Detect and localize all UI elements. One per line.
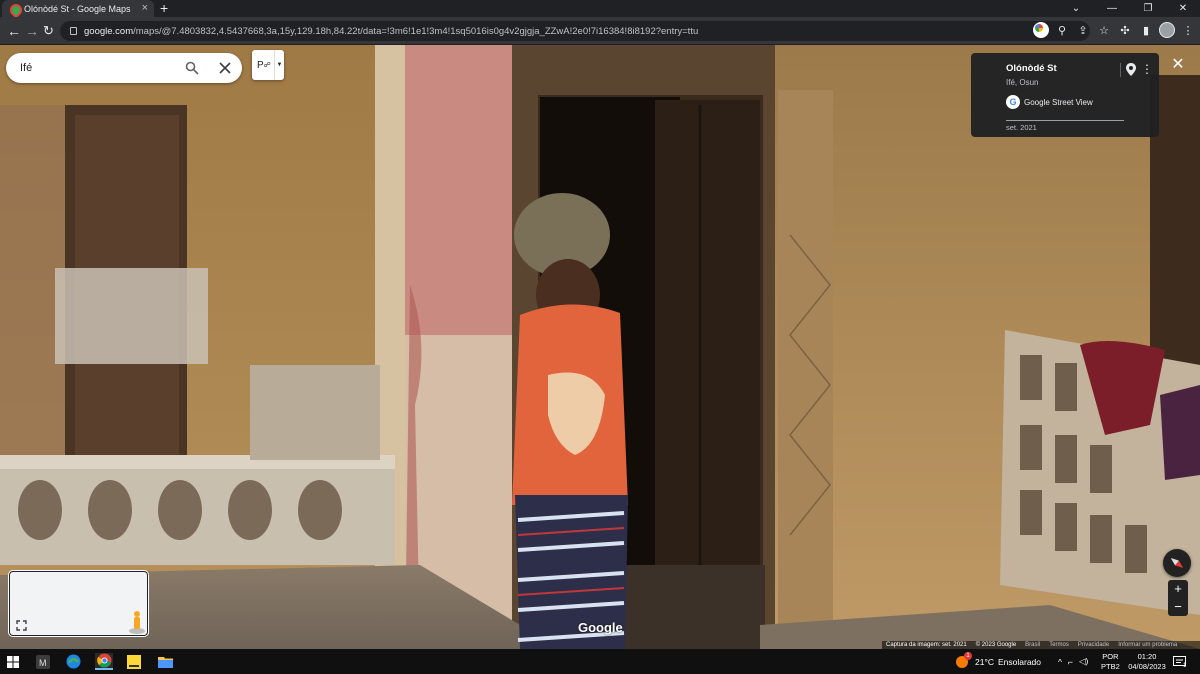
clear-search-icon[interactable] — [217, 60, 233, 76]
extensions-icon[interactable]: ✣ — [1117, 22, 1133, 38]
street-view-panorama[interactable]: P☍ ▼ Olónòdé St Ifé, Osun G Google Stree… — [0, 45, 1200, 649]
terms-link[interactable]: Termos — [1049, 642, 1069, 648]
bookmark-star-icon[interactable]: ☆ — [1096, 22, 1112, 38]
tab-title: Olónòdé St - Google Maps — [24, 3, 131, 14]
file-explorer-icon[interactable] — [156, 653, 174, 670]
lang-bottom: PTB2 — [1101, 661, 1120, 671]
forward-arrow-icon[interactable]: → — [25, 22, 39, 40]
close-street-view-icon[interactable]: ✕ — [1170, 57, 1186, 73]
expand-map-icon[interactable] — [16, 620, 28, 632]
windows-start-icon[interactable] — [4, 653, 22, 670]
location-subtitle: Ifé, Osun — [1006, 78, 1039, 87]
google-maps-favicon-icon — [10, 4, 18, 14]
svg-text:M: M — [39, 658, 47, 668]
weather-sun-icon: 1 — [955, 651, 972, 669]
notification-count: 1 — [1183, 662, 1187, 669]
zoom-control: + − — [1168, 580, 1188, 616]
more-options-icon[interactable]: ⋮ — [1141, 62, 1153, 76]
profile-avatar-icon[interactable] — [1159, 22, 1175, 38]
lang-top: POR — [1102, 651, 1119, 661]
address-bar[interactable]: google.com /maps/@7.4803832,4.5437668,3a… — [60, 21, 1090, 41]
windows-taskbar: M 1 21°C Ensolarado ^ ⌐ ◁) POR PTB2 01:2… — [0, 649, 1200, 674]
share-icon[interactable]: ⇪ — [1075, 22, 1091, 38]
chrome-menu-icon[interactable]: ⋮ — [1180, 22, 1196, 38]
show-hidden-icons-chevron[interactable]: ^ — [1058, 657, 1062, 667]
search-icon[interactable] — [184, 60, 200, 76]
minimize-button[interactable]: — — [1094, 0, 1130, 17]
reload-icon[interactable]: ↻ — [43, 22, 54, 40]
country-link[interactable]: Brasil — [1025, 642, 1040, 648]
street-view-layers-button[interactable]: P ☍ ▼ — [252, 50, 284, 80]
back-arrow-icon[interactable]: ← — [7, 22, 21, 40]
tab-close-icon[interactable]: × — [142, 2, 148, 14]
copyright: © 2023 Google — [975, 642, 1017, 648]
zoom-out-button[interactable]: − — [1168, 598, 1188, 616]
tab-search-icon[interactable]: ⌄ — [1058, 0, 1094, 17]
google-watermark: Google — [578, 620, 623, 635]
notification-center-icon[interactable]: 1 — [1173, 649, 1186, 674]
new-tab-button[interactable]: + — [160, 0, 168, 16]
translate-icon[interactable]: ⚲ — [1054, 22, 1070, 38]
street-view-footer: Captura da imagem: set. 2021 © 2023 Goog… — [882, 641, 1200, 649]
capture-info: Captura da imagem: set. 2021 — [886, 642, 967, 648]
google-g-icon: G — [1006, 95, 1020, 109]
location-title[interactable]: Olónòdé St — [1006, 63, 1057, 74]
chrome-taskbar-icon[interactable] — [95, 653, 113, 670]
card-separator — [1120, 63, 1121, 77]
window-close-button[interactable]: ✕ — [1166, 0, 1200, 17]
url-path: /maps/@7.4803832,4.5437668,3a,15y,129.18… — [133, 25, 699, 37]
google-lens-icon[interactable] — [1033, 22, 1049, 38]
timeline-divider — [1006, 120, 1124, 121]
search-input[interactable] — [20, 62, 170, 74]
weather-badge: 1 — [964, 651, 972, 660]
weather-temp: 21°C — [975, 656, 994, 667]
window-controls: ⌄ — ❐ ✕ — [1058, 0, 1200, 17]
street-view-source: G Google Street View — [1006, 95, 1093, 109]
browser-toolbar: ← → ↻ google.com /maps/@7.4803832,4.5437… — [0, 17, 1200, 45]
sticky-notes-icon[interactable] — [125, 653, 143, 670]
chevron-down-icon[interactable]: ▼ — [274, 50, 284, 80]
source-label: Google Street View — [1024, 97, 1093, 107]
clock[interactable]: 01:20 04/08/2023 — [1127, 649, 1167, 674]
report-problem-link[interactable]: Informar um problema — [1118, 642, 1177, 648]
system-tray-icons: ^ ⌐ ◁) — [1058, 649, 1088, 674]
browser-tab[interactable]: Olónòdé St - Google Maps × — [2, 0, 154, 17]
map-pin-icon[interactable] — [1126, 63, 1138, 77]
toolbar-icons: ⚲ ⇪ ☆ ✣ ▮ ⋮ — [1033, 22, 1196, 38]
browser-tab-strip: Olónòdé St - Google Maps × + ⌄ — ❐ ✕ — [0, 0, 1200, 17]
pegman-small-icon: ☍ — [263, 62, 271, 69]
clock-date: 04/08/2023 — [1128, 661, 1166, 671]
network-icon[interactable]: ⌐ — [1068, 657, 1073, 667]
weather-widget[interactable]: 1 21°C Ensolarado — [955, 649, 1041, 674]
compass-icon[interactable] — [1163, 549, 1191, 577]
maps-search-box — [6, 53, 242, 83]
edge-browser-icon[interactable] — [64, 653, 82, 670]
side-panel-icon[interactable]: ▮ — [1138, 22, 1154, 38]
capture-date[interactable]: set. 2021 — [1006, 123, 1037, 132]
language-indicator[interactable]: POR PTB2 — [1101, 649, 1120, 674]
url-host: google.com — [84, 25, 134, 37]
clock-time: 01:20 — [1137, 651, 1157, 661]
volume-icon[interactable]: ◁) — [1079, 656, 1088, 667]
pegman-button-label: P — [257, 59, 264, 71]
minimap[interactable] — [9, 571, 148, 636]
restore-button[interactable]: ❐ — [1130, 0, 1166, 17]
zoom-in-button[interactable]: + — [1168, 580, 1188, 598]
location-info-card: Olónòdé St Ifé, Osun G Google Street Vie… — [971, 53, 1159, 137]
app-m-icon[interactable]: M — [34, 653, 52, 670]
privacy-link[interactable]: Privacidade — [1078, 642, 1109, 648]
weather-description: Ensolarado — [998, 656, 1042, 667]
pegman-icon[interactable] — [128, 610, 146, 634]
lock-icon — [70, 27, 77, 35]
